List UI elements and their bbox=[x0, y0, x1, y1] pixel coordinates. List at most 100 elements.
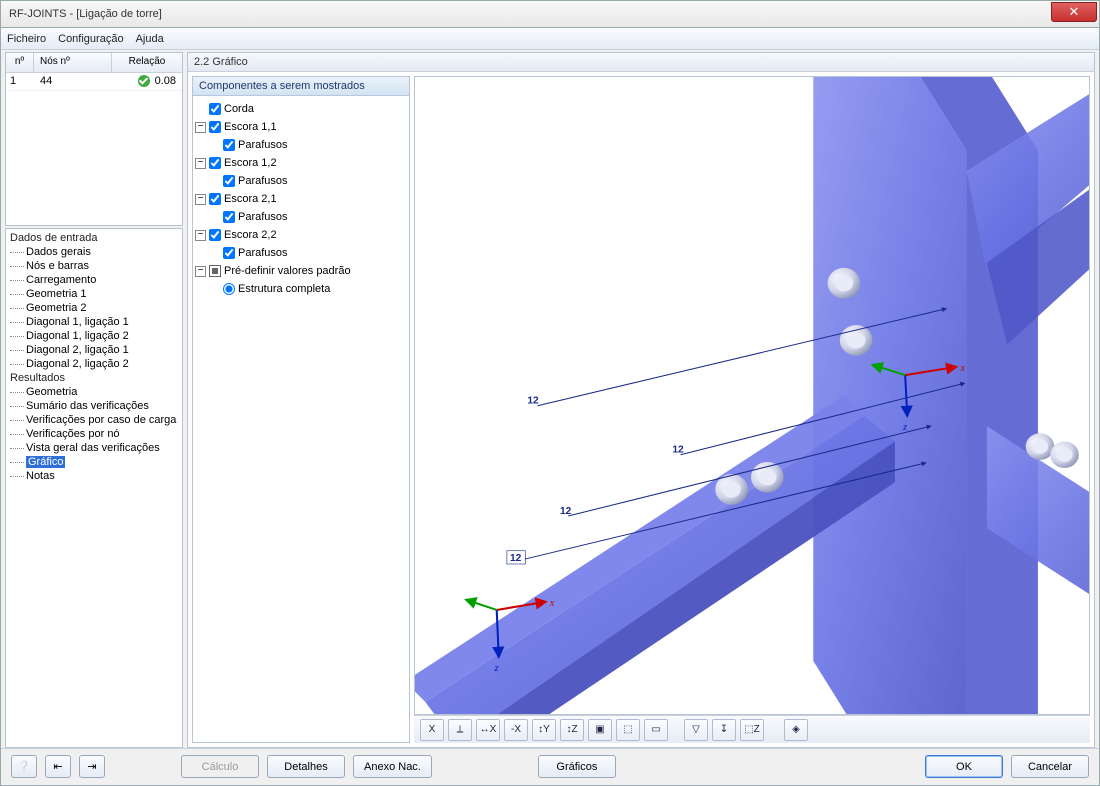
import-button[interactable]: ⇤ bbox=[45, 755, 71, 778]
nav-item[interactable]: Nós e barras bbox=[6, 259, 182, 273]
view-tool-button[interactable]: ↕Z bbox=[560, 719, 584, 741]
svg-text:12: 12 bbox=[510, 553, 522, 564]
svg-text:x: x bbox=[959, 363, 965, 374]
view-tool-button[interactable]: ↔X bbox=[476, 719, 500, 741]
col-nos-header[interactable]: Nós nº bbox=[34, 53, 112, 72]
lbl-escora12: Escora 1,2 bbox=[224, 157, 277, 169]
cell-nos: 44 bbox=[34, 73, 112, 90]
svg-text:x: x bbox=[549, 598, 555, 609]
nav-item[interactable]: Verificações por nó bbox=[6, 427, 182, 441]
lbl-escora11: Escora 1,1 bbox=[224, 121, 277, 133]
svg-text:z: z bbox=[902, 422, 907, 433]
bottom-bar: ❔ ⇤ ⇥ Cálculo Detalhes Anexo Nac. Gráfic… bbox=[1, 748, 1099, 784]
import-icon: ⇤ bbox=[53, 760, 62, 773]
nav-item[interactable]: Diagonal 2, ligação 1 bbox=[6, 343, 182, 357]
nav-section-input: Dados de entrada bbox=[6, 231, 182, 245]
view-tool-button[interactable]: ⟂ bbox=[448, 719, 472, 741]
expand-icon[interactable]: − bbox=[195, 194, 206, 205]
nav-item[interactable]: Dados gerais bbox=[6, 245, 182, 259]
rb-estrutura[interactable] bbox=[223, 283, 235, 295]
components-panel: Componentes a serem mostrados Corda − Esc… bbox=[192, 76, 410, 743]
lbl-parafusos: Parafusos bbox=[238, 139, 288, 151]
nav-item[interactable]: Carregamento bbox=[6, 273, 182, 287]
view-toolbar: X⟂↔X-X↕Y↕Z▣⬚▭ ▽↧⬚Z ◈ bbox=[414, 715, 1090, 743]
cancel-button[interactable]: Cancelar bbox=[1011, 755, 1089, 778]
section-title: 2.2 Gráfico bbox=[188, 53, 1094, 72]
cell-rel: 0.08 bbox=[112, 73, 182, 90]
menu-config[interactable]: Configuração bbox=[58, 33, 123, 45]
expand-icon[interactable]: − bbox=[195, 158, 206, 169]
cb-parafusos-11[interactable] bbox=[223, 139, 235, 151]
col-rel-header[interactable]: Relação bbox=[112, 53, 182, 72]
nav-item[interactable]: Diagonal 1, ligação 1 bbox=[6, 315, 182, 329]
help-button[interactable]: ❔ bbox=[11, 755, 37, 778]
details-button[interactable]: Detalhes bbox=[267, 755, 345, 778]
mixed-check-icon[interactable] bbox=[209, 265, 221, 277]
nav-item[interactable]: Vista geral das verificações bbox=[6, 441, 182, 455]
view-tool-button[interactable]: ⬚ bbox=[616, 719, 640, 741]
view-tool-button[interactable]: ▽ bbox=[684, 719, 708, 741]
view-tool-button[interactable]: ⬚Z bbox=[740, 719, 764, 741]
col-n-header[interactable]: nº bbox=[6, 53, 34, 72]
cb-escora21[interactable] bbox=[209, 193, 221, 205]
lbl-predef: Pré-definir valores padrão bbox=[224, 265, 351, 277]
lbl-parafusos: Parafusos bbox=[238, 247, 288, 259]
nav-item[interactable]: Geometria 2 bbox=[6, 301, 182, 315]
nav-item[interactable]: Geometria bbox=[6, 385, 182, 399]
view-tool-button[interactable]: ↕Y bbox=[532, 719, 556, 741]
lbl-estrutura: Estrutura completa bbox=[238, 283, 330, 295]
3d-viewport[interactable]: 12 12 12 12 x bbox=[414, 76, 1090, 715]
close-button[interactable]: ✕ bbox=[1051, 2, 1097, 22]
view-tool-button[interactable]: ▣ bbox=[588, 719, 612, 741]
expand-icon[interactable]: − bbox=[195, 122, 206, 133]
export-button[interactable]: ⇥ bbox=[79, 755, 105, 778]
expand-icon[interactable]: − bbox=[195, 266, 206, 277]
lbl-parafusos: Parafusos bbox=[238, 175, 288, 187]
nav-item[interactable]: Gráfico bbox=[6, 455, 182, 469]
cb-parafusos-12[interactable] bbox=[223, 175, 235, 187]
lbl-corda: Corda bbox=[224, 103, 254, 115]
help-icon: ❔ bbox=[17, 760, 31, 773]
cb-corda[interactable] bbox=[209, 103, 221, 115]
menubar: Ficheiro Configuração Ajuda bbox=[1, 28, 1099, 50]
titlebar: RF-JOINTS - [Ligação de torre] ✕ bbox=[0, 0, 1100, 28]
nav-item[interactable]: Sumário das verificações bbox=[6, 399, 182, 413]
view-tool-button[interactable]: -X bbox=[504, 719, 528, 741]
window-title: RF-JOINTS - [Ligação de torre] bbox=[9, 8, 162, 20]
calc-button[interactable]: Cálculo bbox=[181, 755, 259, 778]
menu-file[interactable]: Ficheiro bbox=[7, 33, 46, 45]
cb-parafusos-21[interactable] bbox=[223, 211, 235, 223]
ok-button[interactable]: OK bbox=[925, 755, 1003, 778]
view-tool-button[interactable]: ▭ bbox=[644, 719, 668, 741]
nav-item[interactable]: Geometria 1 bbox=[6, 287, 182, 301]
nav-item[interactable]: Notas bbox=[6, 469, 182, 483]
nav-tree: Dados de entrada Dados geraisNós e barra… bbox=[5, 228, 183, 748]
cb-escora22[interactable] bbox=[209, 229, 221, 241]
svg-text:12: 12 bbox=[527, 396, 539, 407]
cb-escora12[interactable] bbox=[209, 157, 221, 169]
lbl-parafusos: Parafusos bbox=[238, 211, 288, 223]
annex-button[interactable]: Anexo Nac. bbox=[353, 755, 432, 778]
nav-item[interactable]: Diagonal 1, ligação 2 bbox=[6, 329, 182, 343]
view-tool-button[interactable]: ◈ bbox=[784, 719, 808, 741]
svg-text:12: 12 bbox=[672, 445, 684, 456]
view-tool-button[interactable]: X bbox=[420, 719, 444, 741]
results-mini-table: nº Nós nº Relação 1 44 0.08 bbox=[5, 52, 183, 226]
components-title: Componentes a serem mostrados bbox=[193, 77, 409, 96]
cell-n: 1 bbox=[6, 73, 34, 90]
expand-icon[interactable]: − bbox=[195, 230, 206, 241]
graphics-button[interactable]: Gráficos bbox=[538, 755, 616, 778]
menu-help[interactable]: Ajuda bbox=[136, 33, 164, 45]
nav-item[interactable]: Verificações por caso de carga bbox=[6, 413, 182, 427]
components-tree: Corda −Escora 1,1 Parafusos −Escora 1,2 … bbox=[193, 96, 409, 742]
view-tool-button[interactable]: ↧ bbox=[712, 719, 736, 741]
nav-item[interactable]: Diagonal 2, ligação 2 bbox=[6, 357, 182, 371]
cb-escora11[interactable] bbox=[209, 121, 221, 133]
3d-svg: 12 12 12 12 x bbox=[415, 77, 1089, 714]
svg-text:z: z bbox=[494, 663, 499, 674]
cb-parafusos-22[interactable] bbox=[223, 247, 235, 259]
lbl-escora22: Escora 2,2 bbox=[224, 229, 277, 241]
export-icon: ⇥ bbox=[87, 760, 96, 773]
table-row[interactable]: 1 44 0.08 bbox=[6, 73, 182, 91]
lbl-escora21: Escora 2,1 bbox=[224, 193, 277, 205]
